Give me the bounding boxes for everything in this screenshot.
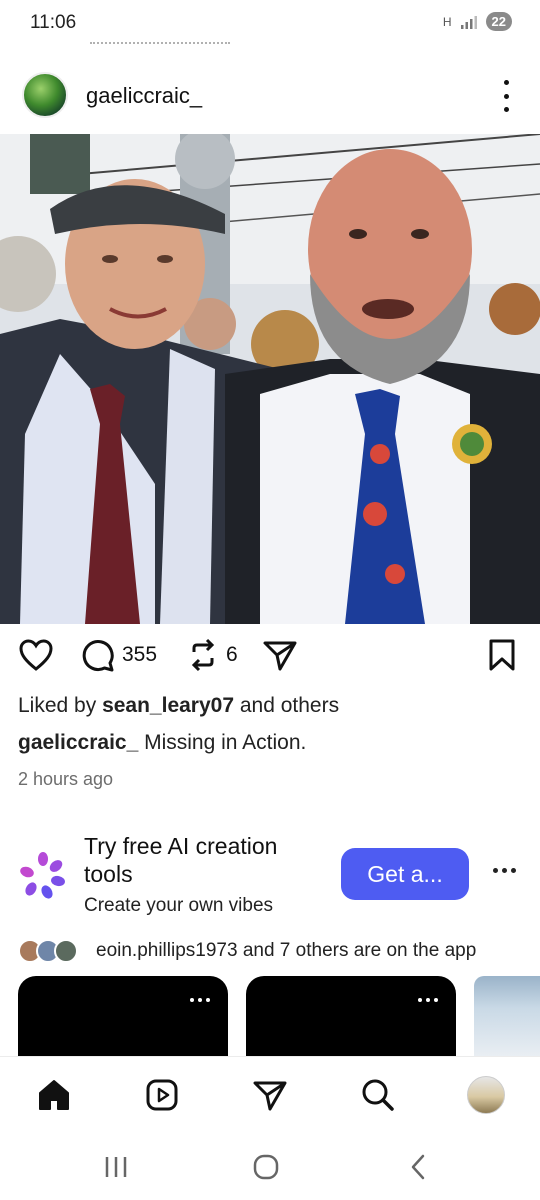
post-photo[interactable]	[0, 134, 540, 624]
network-type-icon: H	[442, 14, 452, 29]
post-photo-illustration	[0, 134, 540, 624]
recents-button[interactable]	[96, 1152, 136, 1182]
caption-text: Missing in Action.	[138, 731, 307, 754]
battery-indicator: 22	[485, 12, 512, 31]
nav-messages[interactable]	[250, 1075, 290, 1115]
friends-on-app-row[interactable]: eoin.phillips1973 and 7 others are on th…	[0, 936, 540, 966]
system-home-button[interactable]	[246, 1152, 286, 1182]
ai-sparkle-icon	[20, 852, 65, 899]
status-icons: H 22	[443, 12, 512, 31]
comment-button[interactable]: 355	[80, 638, 157, 672]
suggested-card[interactable]	[246, 976, 456, 1056]
suggested-card[interactable]	[18, 976, 228, 1056]
nav-reels[interactable]	[142, 1075, 182, 1115]
profile-avatar	[467, 1076, 505, 1114]
post-author-avatar[interactable]	[22, 72, 68, 118]
nav-profile[interactable]	[466, 1075, 506, 1115]
liked-by-prefix: Liked by	[18, 694, 103, 717]
home-circle-icon	[253, 1154, 279, 1180]
reels-icon	[146, 1079, 178, 1111]
repost-count: 6	[226, 643, 238, 666]
share-icon	[263, 641, 297, 671]
home-icon	[39, 1080, 69, 1110]
more-options-icon[interactable]	[496, 80, 516, 112]
promo-more-options-icon[interactable]	[493, 868, 516, 873]
liked-by-line[interactable]: Liked by sean_leary07 and others	[18, 694, 339, 718]
post-caption: gaeliccraic_ Missing in Action.	[18, 731, 306, 755]
repost-button[interactable]: 6	[186, 638, 238, 672]
friends-on-app-text: eoin.phillips1973 and 7 others are on th…	[96, 940, 477, 961]
clipped-previous-content	[90, 36, 230, 44]
like-button[interactable]	[18, 638, 54, 672]
get-app-button[interactable]: Get a...	[341, 848, 469, 900]
search-icon	[362, 1079, 394, 1111]
caption-username[interactable]: gaeliccraic_	[18, 731, 138, 754]
share-button[interactable]	[262, 638, 298, 672]
friend-avatar	[54, 939, 78, 963]
system-nav-bar	[0, 1134, 540, 1200]
status-bar: 11:06 H 22	[0, 0, 540, 46]
back-button[interactable]	[398, 1152, 438, 1182]
promo-subtitle: Create your own vibes	[84, 895, 274, 916]
save-button[interactable]	[486, 638, 518, 672]
ai-tools-promo: Try free AI creation tools Create your o…	[0, 830, 540, 925]
status-time: 11:06	[30, 12, 77, 33]
recents-icon	[105, 1157, 127, 1177]
comment-count: 355	[122, 643, 158, 666]
signal-icon	[460, 15, 477, 29]
post-action-bar: 355 6	[0, 636, 540, 680]
comment-icon	[82, 640, 114, 672]
promo-title: Try free AI creation tools	[84, 833, 278, 887]
post-author-username[interactable]: gaeliccraic_	[86, 83, 202, 109]
nav-search[interactable]	[358, 1075, 398, 1115]
post-timestamp: 2 hours ago	[18, 769, 114, 789]
bookmark-icon	[489, 639, 515, 671]
bottom-nav	[0, 1056, 540, 1132]
send-icon	[253, 1081, 287, 1111]
post-header: gaeliccraic_	[0, 66, 540, 126]
heart-icon	[19, 639, 53, 671]
nav-home[interactable]	[34, 1075, 74, 1115]
liked-by-suffix: and others	[234, 694, 340, 717]
friend-avatars	[18, 939, 82, 963]
card-more-icon[interactable]	[190, 998, 210, 1002]
liked-by-username[interactable]: sean_leary07	[102, 694, 234, 717]
card-more-icon[interactable]	[418, 998, 438, 1002]
back-icon	[411, 1154, 425, 1180]
repost-icon	[191, 638, 215, 672]
suggested-card[interactable]	[474, 976, 540, 1056]
